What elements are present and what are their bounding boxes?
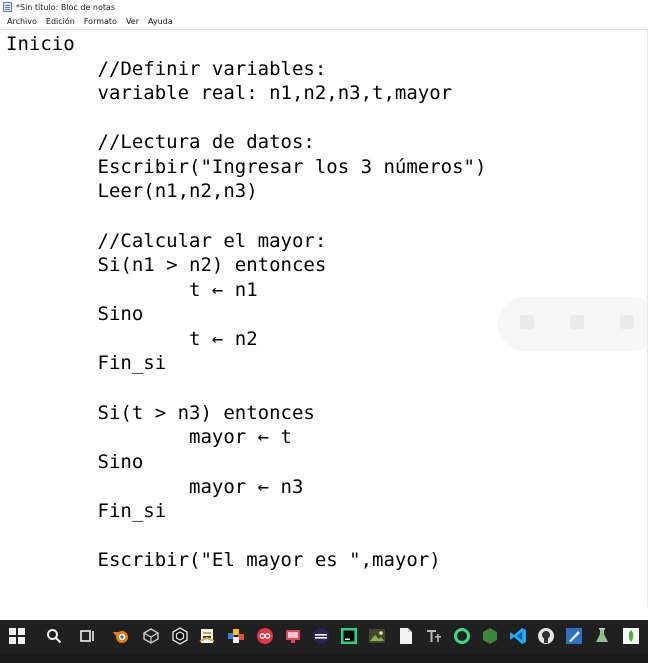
code-line: Inicio (6, 33, 75, 55)
menu-bar: Archivo Edición Formato Ver Ayuda (0, 14, 648, 29)
notepad-window: *Sin título: Bloc de notas Archivo Edici… (0, 0, 648, 620)
code-line: Leer(n1,n2,n3) (6, 180, 258, 202)
pseint-icon[interactable] (198, 627, 216, 645)
github-desktop-icon[interactable] (537, 627, 555, 645)
code-line: Fin_si (6, 352, 167, 374)
drawing-app-icon[interactable] (565, 627, 583, 645)
red-circle-app-icon[interactable] (256, 627, 274, 645)
taskbar (0, 620, 648, 653)
image-editor-icon[interactable] (368, 627, 386, 645)
floating-toolbar[interactable] (498, 297, 648, 351)
task-view-icon[interactable] (79, 627, 97, 645)
monitor-app-icon[interactable] (284, 627, 302, 645)
vscode-icon[interactable] (509, 627, 527, 645)
flask-app-icon[interactable] (593, 627, 611, 645)
unity-icon[interactable] (171, 627, 189, 645)
mongodb-icon[interactable] (622, 627, 640, 645)
menu-edicion[interactable]: Edición (45, 17, 76, 26)
code-line: t ← n1 (6, 279, 258, 301)
file-icon[interactable] (397, 627, 415, 645)
code-line: //Calcular el mayor: (6, 230, 327, 252)
code-line: //Definir variables: (6, 58, 327, 80)
menu-ayuda[interactable]: Ayuda (147, 17, 174, 26)
code-line: t ← n2 (6, 328, 258, 350)
start-icon[interactable] (8, 627, 26, 645)
menu-archivo[interactable]: Archivo (6, 17, 38, 26)
cube-3d-icon[interactable] (142, 627, 160, 645)
camera-icon[interactable] (570, 315, 584, 329)
node-hex-icon[interactable] (481, 627, 499, 645)
notepad-icon (3, 2, 12, 12)
code-line: Sino (6, 303, 144, 325)
code-line: Sino (6, 451, 144, 473)
eclipse-icon[interactable] (312, 627, 330, 645)
pycharm-icon[interactable] (340, 627, 358, 645)
screen-bottom-edge (0, 653, 648, 663)
code-line: Fin_si (6, 500, 167, 522)
code-line: Si(n1 > n2) entonces (6, 254, 327, 276)
code-line: variable real: n1,n2,n3,t,mayor (6, 82, 453, 104)
code-line: mayor ← t (6, 426, 292, 448)
android-studio-ring-icon[interactable] (453, 627, 471, 645)
tiles-app-icon[interactable] (227, 627, 245, 645)
code-line: //Lectura de datos: (6, 131, 315, 153)
search-icon[interactable] (45, 627, 63, 645)
menu-formato[interactable]: Formato (83, 17, 118, 26)
code-line: Escribir("Ingresar los 3 números") (6, 156, 487, 178)
code-line: Escribir("El mayor es ",mayor) (6, 549, 441, 571)
blender-icon[interactable] (112, 627, 130, 645)
code-line: mayor ← n3 (6, 476, 304, 498)
menu-ver[interactable]: Ver (125, 17, 140, 26)
settings-icon[interactable] (620, 315, 634, 329)
title-bar: *Sin título: Bloc de notas (0, 0, 648, 14)
code-line: Si(t > n3) entonces (6, 402, 315, 424)
mic-off-icon[interactable] (520, 315, 534, 329)
window-title: *Sin título: Bloc de notas (16, 2, 116, 12)
typora-icon[interactable] (425, 627, 443, 645)
